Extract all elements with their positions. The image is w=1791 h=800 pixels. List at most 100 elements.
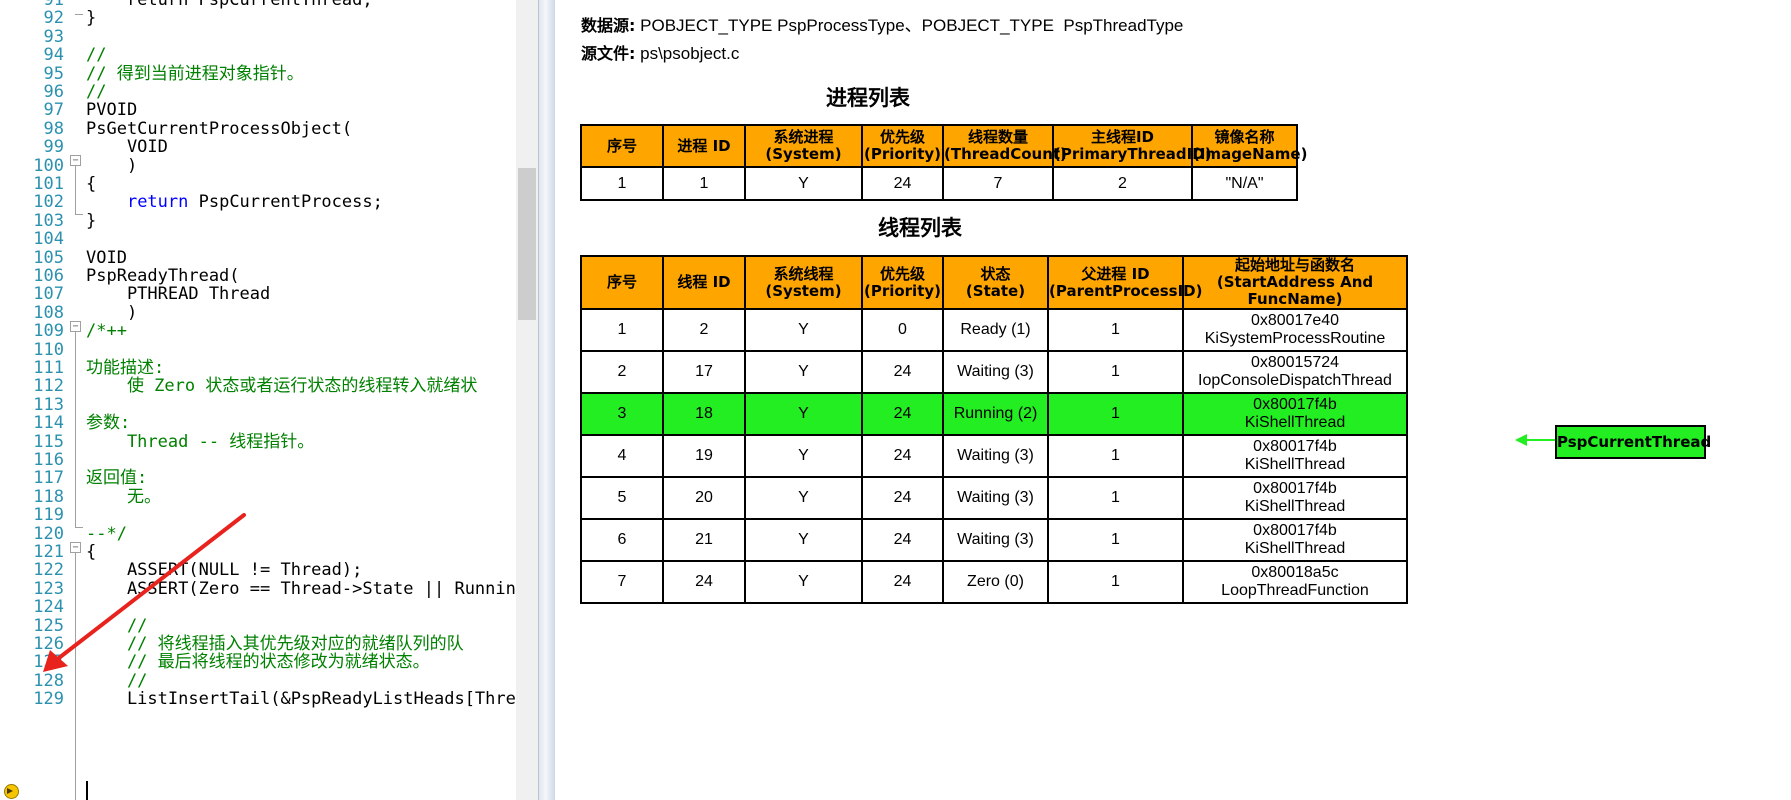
process-header-text: 主线程ID <box>1090 128 1155 146</box>
thread-cell: 24 <box>861 350 944 394</box>
code-line: return PspCurrentThread; <box>86 0 373 10</box>
thread-cell: Y <box>744 308 863 352</box>
process-header-cell: 线程数量 (ThreadCount) <box>942 124 1067 168</box>
process-cell: 1 <box>662 166 746 201</box>
process-cell: 1 <box>580 166 664 201</box>
code-editor[interactable]: 91 92 93 94 95 96 97 98 99 100 101 102 103 104 105 106 1… <box>0 0 555 800</box>
code-line: ASSERT(Zero == Thread->State || Running <box>86 578 516 599</box>
process-header-text: 镜像名称 <box>1214 128 1275 146</box>
thread-cell: 5 <box>580 476 664 520</box>
function-name: KiSystemProcessRoutine <box>1204 330 1386 347</box>
thread-cell: Y <box>744 476 863 520</box>
process-header-cell: 主线程ID (PrimaryThreadID) <box>1052 124 1212 168</box>
thread-row: 5 20 Y 24 Waiting (3) 1 0x80017f4b KiShellThrea… <box>580 476 1408 520</box>
thread-cell: Waiting (3) <box>942 476 1049 520</box>
collapse-icon[interactable]: − <box>70 155 81 166</box>
start-address: 0x80017f4b <box>1253 438 1337 455</box>
code-line: } <box>86 210 97 231</box>
thread-cell: 17 <box>662 350 746 394</box>
code-line: /*++ <box>86 321 127 342</box>
process-header-cell: 系统进程 (System) <box>744 124 863 168</box>
document-view: 数据源: POBJECT_TYPE PspProcessType、POBJECT… <box>555 0 1791 800</box>
start-address: 0x80018a5c <box>1251 564 1339 581</box>
code-text-area[interactable]: return PspCurrentThread;}//// 得到当前进程对象指针… <box>86 0 516 800</box>
thread-cell: 1 <box>580 308 664 352</box>
text-cursor <box>86 781 88 800</box>
thread-start-cell: 0x80017f4b KiShellThread <box>1182 476 1408 520</box>
thread-cell: Y <box>744 350 863 394</box>
thread-cell: 1 <box>1047 434 1184 478</box>
thread-cell: 21 <box>662 518 746 562</box>
thread-header-text: 线程 ID <box>677 273 731 291</box>
thread-header-cell: 线程 ID <box>662 255 746 310</box>
thread-cell: 2 <box>662 308 746 352</box>
process-cell: 24 <box>861 166 944 201</box>
thread-cell: Running (2) <box>942 392 1049 436</box>
thread-header-text: (System) <box>765 281 842 300</box>
thread-start-cell: 0x80017f4b KiShellThread <box>1182 392 1408 436</box>
thread-cell: 24 <box>662 560 746 604</box>
thread-header-cell: 状态 (State) <box>942 255 1049 310</box>
thread-cell: 20 <box>662 476 746 520</box>
source-file-value: ps\psobject.c <box>635 44 740 63</box>
function-name: KiShellThread <box>1244 540 1346 557</box>
process-header-text: (Priority) <box>863 145 942 163</box>
thread-cell: 24 <box>861 560 944 604</box>
code-line: 无。 <box>86 486 161 507</box>
thread-cell: 24 <box>861 476 944 520</box>
process-header-cell: 优先级 (Priority) <box>861 124 944 168</box>
thread-start-cell: 0x80018a5c LoopThreadFunction <box>1182 560 1408 604</box>
fold-end-marker <box>75 14 83 15</box>
thread-cell: 4 <box>580 434 664 478</box>
thread-list-title: 线程列表 <box>878 216 962 240</box>
code-line: } <box>86 8 97 29</box>
line-numbers: 91 92 93 94 95 96 97 98 99 100 101 102 103 104 105 106 1… <box>20 0 64 800</box>
thread-header-text: (ParentProcessID) <box>1049 281 1203 300</box>
collapse-icon[interactable]: − <box>70 321 81 332</box>
start-address: 0x80017e40 <box>1250 312 1340 329</box>
thread-start-cell: 0x80017f4b KiShellThread <box>1182 518 1408 562</box>
code-line: return PspCurrentProcess; <box>126 192 383 213</box>
thread-header-text: 父进程 ID <box>1081 264 1150 283</box>
fold-guide <box>75 166 76 214</box>
thread-cell: 24 <box>861 392 944 436</box>
fold-guide <box>75 332 76 527</box>
vertical-scrollbar[interactable] <box>516 0 538 800</box>
process-table: 序号 进程 ID 系统进程 (System) 优先级 (Priority) 线程数量 (Thr… <box>580 124 1307 201</box>
current-line-arrow-icon <box>7 788 13 794</box>
thread-cell: 2 <box>580 350 664 394</box>
breakpoint-gutter[interactable] <box>0 0 20 800</box>
thread-cell: 0 <box>861 308 944 352</box>
thread-cell: 1 <box>1047 308 1184 352</box>
thread-header-text: 优先级 <box>879 264 925 283</box>
scrollbar-thumb[interactable] <box>518 168 536 320</box>
collapse-icon[interactable]: − <box>70 542 81 553</box>
pane-splitter[interactable] <box>538 0 555 800</box>
thread-header-text: 序号 <box>606 273 637 291</box>
process-header-cell: 镜像名称 (ImageName) <box>1191 124 1307 168</box>
thread-cell: Y <box>744 392 863 436</box>
current-thread-label: PspCurrentThread <box>1555 425 1711 459</box>
thread-row: 1 2 Y 0 Ready (1) 1 0x80017e40 KiSystemProcessR… <box>580 308 1408 352</box>
thread-table: 序号 线程 ID 系统线程 (System) 优先级 (Priority) 状态 (State… <box>580 255 1408 604</box>
thread-table-header: 序号 线程 ID 系统线程 (System) 优先级 (Priority) 状态 (State… <box>580 255 1408 310</box>
fold-end-marker <box>75 527 83 528</box>
thread-cell: 1 <box>1047 392 1184 436</box>
data-source-value: POBJECT_TYPE PspProcessType、POBJECT_TYPE… <box>635 16 1184 35</box>
thread-cell: 1 <box>1047 476 1184 520</box>
thread-cell: 24 <box>861 434 944 478</box>
process-header-text: (PrimaryThreadID) <box>1054 145 1212 163</box>
process-header-text: (ThreadCount) <box>944 145 1067 163</box>
thread-header-text: 起始地址与函数名 <box>1234 256 1355 274</box>
process-header-text: 优先级 <box>879 128 925 146</box>
thread-cell: 7 <box>580 560 664 604</box>
thread-cell: 24 <box>861 518 944 562</box>
line-number: 129 <box>33 689 64 710</box>
thread-cell: 18 <box>662 392 746 436</box>
function-name: KiShellThread <box>1244 456 1346 473</box>
source-file-label: 源文件: <box>581 44 636 63</box>
thread-start-cell: 0x80017e40 KiSystemProcessRoutine <box>1182 308 1408 352</box>
process-header-cell: 序号 <box>580 124 664 168</box>
start-address: 0x80015724 <box>1250 354 1340 371</box>
thread-cell: Ready (1) <box>942 308 1049 352</box>
